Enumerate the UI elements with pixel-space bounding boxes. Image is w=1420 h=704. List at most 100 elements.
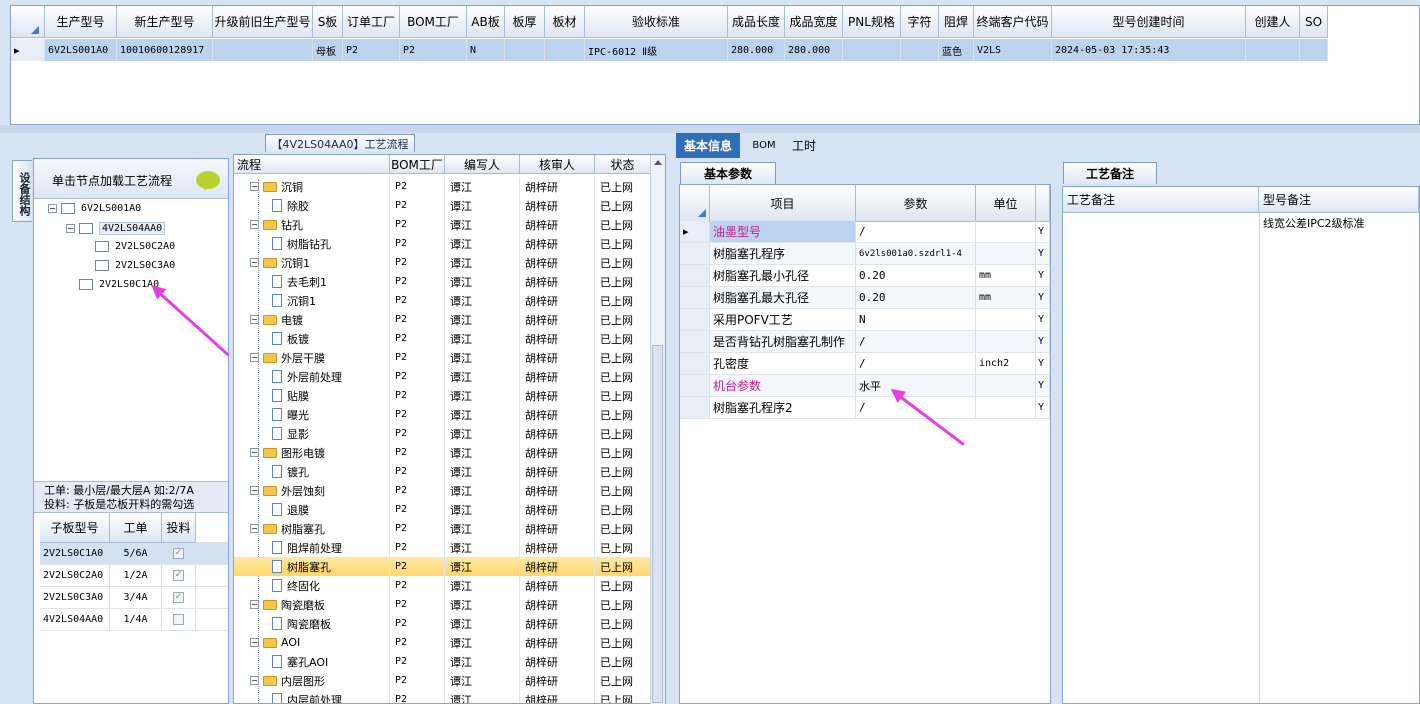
process-note-tab[interactable]: 工艺备注 [1063, 162, 1157, 184]
info-tab[interactable]: BOM [746, 133, 782, 158]
table-row[interactable]: 树脂钻孔 P2 谭江 胡梓研 已上网 [234, 234, 652, 253]
flow-name-cell[interactable]: − AOI [234, 633, 390, 652]
column-header[interactable]: BOM工厂 [400, 6, 467, 38]
table-row[interactable]: 曝光 P2 谭江 胡梓研 已上网 [234, 405, 652, 424]
row-selector[interactable]: ▸ [680, 221, 710, 242]
tree-node[interactable]: − 6V2LS001A0 [48, 203, 141, 214]
table-row[interactable]: 去毛刺1 P2 谭江 胡梓研 已上网 [234, 272, 652, 291]
column-header[interactable]: 终端客户代码 [974, 6, 1052, 38]
table-row[interactable]: 4V2LS04AA0 1/4A [40, 609, 228, 631]
flow-name-cell[interactable]: − 陶瓷磨板 [234, 595, 390, 614]
column-header[interactable]: 板厚 [505, 6, 545, 38]
table-row[interactable]: 2V2LS0C2A0 1/2A ✓ [40, 565, 228, 587]
param-row[interactable]: 孔密度 / inch2 Y [680, 353, 1050, 375]
row-selector[interactable] [680, 331, 710, 352]
table-row[interactable]: − 外层蚀刻 P2 谭江 胡梓研 已上网 [234, 481, 652, 500]
cell[interactable] [1246, 39, 1300, 61]
column-header[interactable]: S板 [313, 6, 343, 38]
param-value-cell[interactable]: / [856, 353, 976, 374]
feed-checkbox[interactable]: ✓ [173, 570, 184, 581]
column-header[interactable]: 项目 [710, 185, 856, 222]
param-value-cell[interactable]: / [856, 221, 976, 242]
table-row[interactable]: 除胶 P2 谭江 胡梓研 已上网 [234, 196, 652, 215]
cell[interactable]: 10010600128917 [117, 39, 213, 61]
column-header[interactable]: PNL规格 [843, 6, 901, 38]
flow-name-cell[interactable]: 曝光 [234, 405, 390, 424]
column-header[interactable]: 投料 [162, 513, 196, 543]
feed-checkbox[interactable]: ✓ [173, 592, 184, 603]
column-header[interactable]: 参数 [856, 185, 976, 222]
param-row[interactable]: 机台参数 水平 Y [680, 375, 1050, 397]
cell[interactable]: P2 [400, 39, 467, 61]
flow-name-cell[interactable]: 沉铜1 [234, 291, 390, 310]
tree-expander-icon[interactable]: − [250, 182, 259, 191]
flow-name-cell[interactable]: 内层前处理 [234, 690, 390, 703]
table-row[interactable]: 贴膜 P2 谭江 胡梓研 已上网 [234, 386, 652, 405]
flow-name-cell[interactable]: 板镀 [234, 329, 390, 348]
table-row[interactable]: − 外层干膜 P2 谭江 胡梓研 已上网 [234, 348, 652, 367]
flow-name-cell[interactable]: 除胶 [234, 196, 390, 215]
param-value-cell[interactable]: N [856, 309, 976, 330]
row-selector[interactable] [680, 353, 710, 374]
column-header[interactable]: 验收标准 [585, 6, 728, 38]
flow-name-cell[interactable]: 陶瓷磨板 [234, 614, 390, 633]
flow-name-cell[interactable]: − 外层干膜 [234, 348, 390, 367]
column-header[interactable]: 成品长度 [728, 6, 785, 38]
row-selector[interactable] [680, 309, 710, 330]
cell[interactable] [505, 39, 545, 61]
tree-expander-icon[interactable]: − [250, 448, 259, 457]
flow-name-cell[interactable]: 外层前处理 [234, 367, 390, 386]
table-row[interactable]: 外层前处理 P2 谭江 胡梓研 已上网 [234, 367, 652, 386]
table-row[interactable]: 阻焊前处理 P2 谭江 胡梓研 已上网 [234, 538, 652, 557]
table-row[interactable]: − AOI P2 谭江 胡梓研 已上网 [234, 633, 652, 652]
table-row[interactable]: − 沉铜 P2 谭江 胡梓研 已上网 [234, 177, 652, 196]
tree-node[interactable]: − 4V2LS04AA0 [66, 222, 166, 235]
cell[interactable]: 280.000 [785, 39, 843, 61]
tree-expander-icon[interactable]: − [250, 220, 259, 229]
cell[interactable]: IPC-6012 Ⅱ级 [585, 39, 728, 61]
basic-params-tab[interactable]: 基本参数 [680, 162, 776, 184]
column-header[interactable]: 阻焊 [939, 6, 974, 38]
column-header[interactable]: 板材 [545, 6, 585, 38]
table-row[interactable]: − 树脂塞孔 P2 谭江 胡梓研 已上网 [234, 519, 652, 538]
flow-name-cell[interactable]: − 沉铜 [234, 177, 390, 196]
row-selector[interactable] [680, 397, 710, 418]
flow-name-cell[interactable]: 贴膜 [234, 386, 390, 405]
info-tab[interactable]: 工时 [786, 133, 822, 158]
column-header[interactable]: SO [1300, 6, 1328, 38]
tree-expander-icon[interactable]: − [250, 353, 259, 362]
flow-name-cell[interactable]: − 内层图形 [234, 671, 390, 690]
param-value-cell[interactable]: / [856, 331, 976, 352]
row-selector[interactable] [680, 375, 710, 396]
cell[interactable]: 280.000 [728, 39, 785, 61]
tree-node[interactable]: 2V2LS0C3A0 [82, 260, 175, 271]
cell[interactable]: 6V2LS001A0 [45, 39, 117, 61]
column-header[interactable]: 核审人 [520, 155, 595, 174]
tree-expander-icon[interactable]: − [66, 224, 75, 233]
flow-name-cell[interactable]: 塞孔AOI [234, 652, 390, 671]
table-row[interactable]: 2V2LS0C1A0 5/6A ✓ [40, 543, 228, 565]
horizontal-splitter[interactable] [0, 125, 1420, 133]
param-value-cell[interactable]: 水平 [856, 375, 976, 396]
row-selector[interactable] [680, 265, 710, 286]
flow-name-cell[interactable]: − 电镀 [234, 310, 390, 329]
tree-expander-icon[interactable]: − [48, 204, 57, 213]
tree-expander-icon[interactable]: − [250, 600, 259, 609]
param-row[interactable]: 采用POFV工艺 N Y [680, 309, 1050, 331]
cell[interactable] [545, 39, 585, 61]
param-value-cell[interactable]: 6v2ls001a0.szdrl1-4 [856, 243, 976, 264]
table-row[interactable]: 树脂塞孔 P2 谭江 胡梓研 已上网 [234, 557, 652, 576]
flow-name-cell[interactable]: 显影 [234, 424, 390, 443]
table-row[interactable]: 沉铜1 P2 谭江 胡梓研 已上网 [234, 291, 652, 310]
column-header[interactable]: 订单工厂 [343, 6, 400, 38]
flow-name-cell[interactable]: − 钻孔 [234, 215, 390, 234]
table-row[interactable]: 2V2LS0C3A0 3/4A ✓ [40, 587, 228, 609]
column-header[interactable]: 子板型号 [40, 513, 110, 543]
feed-checkbox[interactable] [173, 614, 184, 625]
param-value-cell[interactable]: 0.20 [856, 287, 976, 308]
flow-name-cell[interactable]: 退膜 [234, 500, 390, 519]
flow-name-cell[interactable]: − 外层蚀刻 [234, 481, 390, 500]
tree-expander-icon[interactable]: − [250, 676, 259, 685]
flow-name-cell[interactable]: 树脂塞孔 [234, 557, 390, 576]
tree-expander-icon[interactable]: − [250, 258, 259, 267]
